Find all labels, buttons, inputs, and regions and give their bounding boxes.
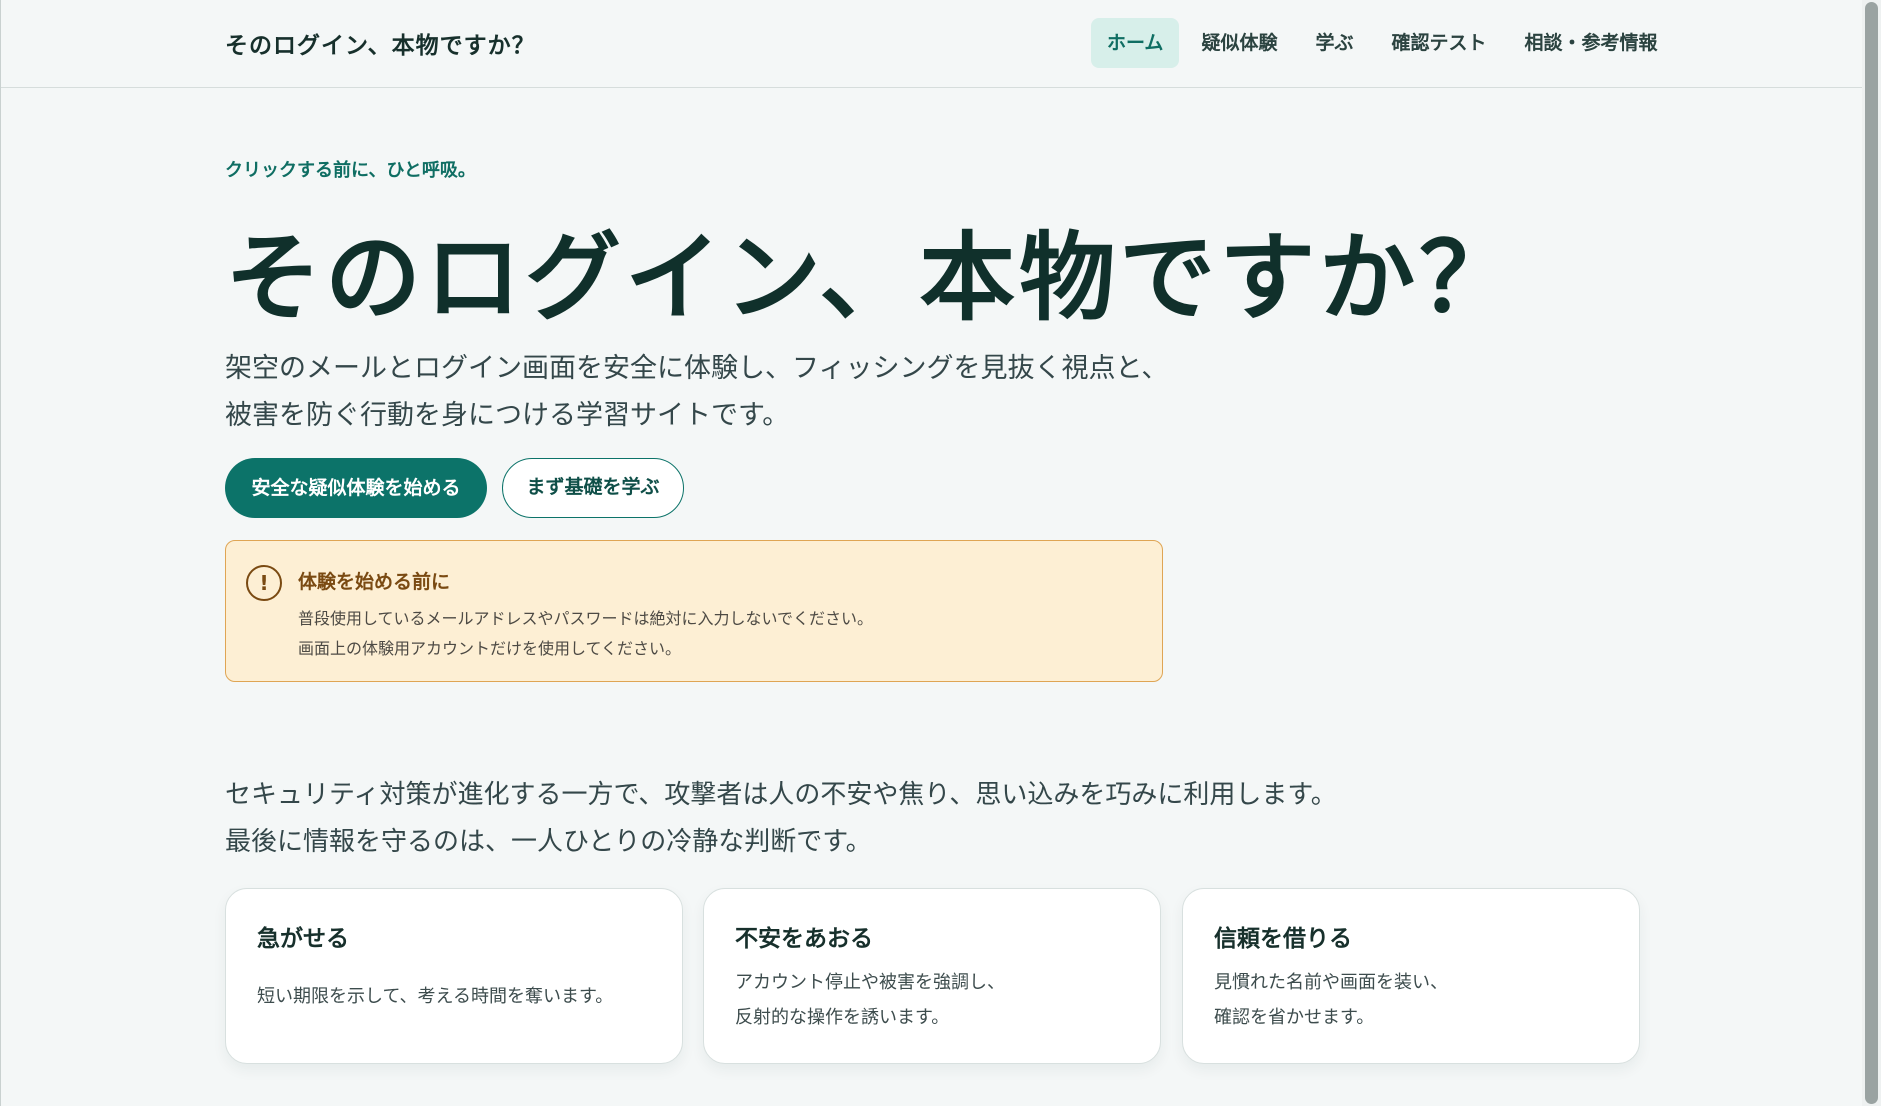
page: そのログイン、本物ですか？ ホーム 疑似体験 学ぶ 確認テスト 相談・参考情報 …	[0, 0, 1881, 1106]
exclamation-icon: !	[246, 565, 282, 601]
card-text-line: 確認を省かせます。	[1214, 1007, 1375, 1028]
card-text-line: アカウント停止や被害を強調し、	[735, 972, 1005, 993]
card-title: 急がせる	[257, 926, 349, 952]
card-title: 不安をあおる	[735, 926, 873, 952]
nav-simulation[interactable]: 疑似体験	[1185, 18, 1293, 68]
hero-lead: 架空のメールとログイン画面を安全に体験し、フィッシングを見抜く視点と、 被害を防…	[225, 345, 1168, 439]
scrollbar-thumb[interactable]	[1865, 2, 1878, 1104]
hero-eyebrow: クリックする前に、ひと呼吸。	[225, 160, 476, 181]
card-title: 信頼を借りる	[1214, 926, 1352, 952]
card-text: 見慣れた名前や画面を装い、 確認を省かせます。	[1214, 965, 1448, 1035]
intro-line: セキュリティ対策が進化する一方で、攻撃者は人の不安や焦り、思い込みを巧みに利用し…	[225, 780, 1337, 810]
notice-text: 画面上の体験用アカウントだけを使用してください。	[298, 639, 682, 658]
nav-learn[interactable]: 学ぶ	[1299, 18, 1369, 68]
start-simulation-button[interactable]: 安全な疑似体験を始める	[225, 458, 487, 518]
scrollbar[interactable]	[1862, 0, 1881, 1106]
tactic-card-fear: 不安をあおる アカウント停止や被害を強調し、 反射的な操作を誘います。	[703, 888, 1161, 1064]
nav-resources[interactable]: 相談・参考情報	[1508, 18, 1673, 68]
card-text: 短い期限を示して、考える時間を奪います。	[257, 979, 613, 1014]
intro-text: セキュリティ対策が進化する一方で、攻撃者は人の不安や焦り、思い込みを巧みに利用し…	[225, 772, 1337, 866]
intro-line: 最後に情報を守るのは、一人ひとりの冷静な判断です。	[225, 827, 872, 857]
site-header: そのログイン、本物ですか？ ホーム 疑似体験 学ぶ 確認テスト 相談・参考情報	[1, 0, 1863, 88]
card-text-line: 見慣れた名前や画面を装い、	[1214, 972, 1448, 993]
hero-lead-line: 被害を防ぐ行動を身につける学習サイトです。	[225, 400, 790, 431]
card-text-line: 反射的な操作を誘います。	[735, 1007, 950, 1028]
learn-basics-button[interactable]: まず基礎を学ぶ	[502, 458, 684, 518]
notice-title: 体験を始める前に	[298, 571, 451, 593]
nav-quiz[interactable]: 確認テスト	[1375, 18, 1502, 68]
main-nav: ホーム 疑似体験 学ぶ 確認テスト 相談・参考情報	[1091, 18, 1674, 68]
card-text-line: 短い期限を示して、考える時間を奪います。	[257, 986, 614, 1007]
notice-text: 普段使用しているメールアドレスやパスワードは絶対に入力しないでください。	[298, 609, 874, 628]
tactic-card-trust: 信頼を借りる 見慣れた名前や画面を装い、 確認を省かせます。	[1182, 888, 1640, 1064]
hero-title: そのログイン、本物ですか？	[225, 222, 1520, 334]
hero-lead-line: 架空のメールとログイン画面を安全に体験し、フィッシングを見抜く視点と、	[225, 353, 1169, 384]
nav-home[interactable]: ホーム	[1091, 18, 1180, 68]
site-brand[interactable]: そのログイン、本物ですか？	[225, 26, 536, 60]
warning-notice: ! 体験を始める前に 普段使用しているメールアドレスやパスワードは絶対に入力しな…	[225, 540, 1163, 682]
tactic-card-urgency: 急がせる 短い期限を示して、考える時間を奪います。	[225, 888, 683, 1064]
card-text: アカウント停止や被害を強調し、 反射的な操作を誘います。	[735, 965, 1005, 1035]
